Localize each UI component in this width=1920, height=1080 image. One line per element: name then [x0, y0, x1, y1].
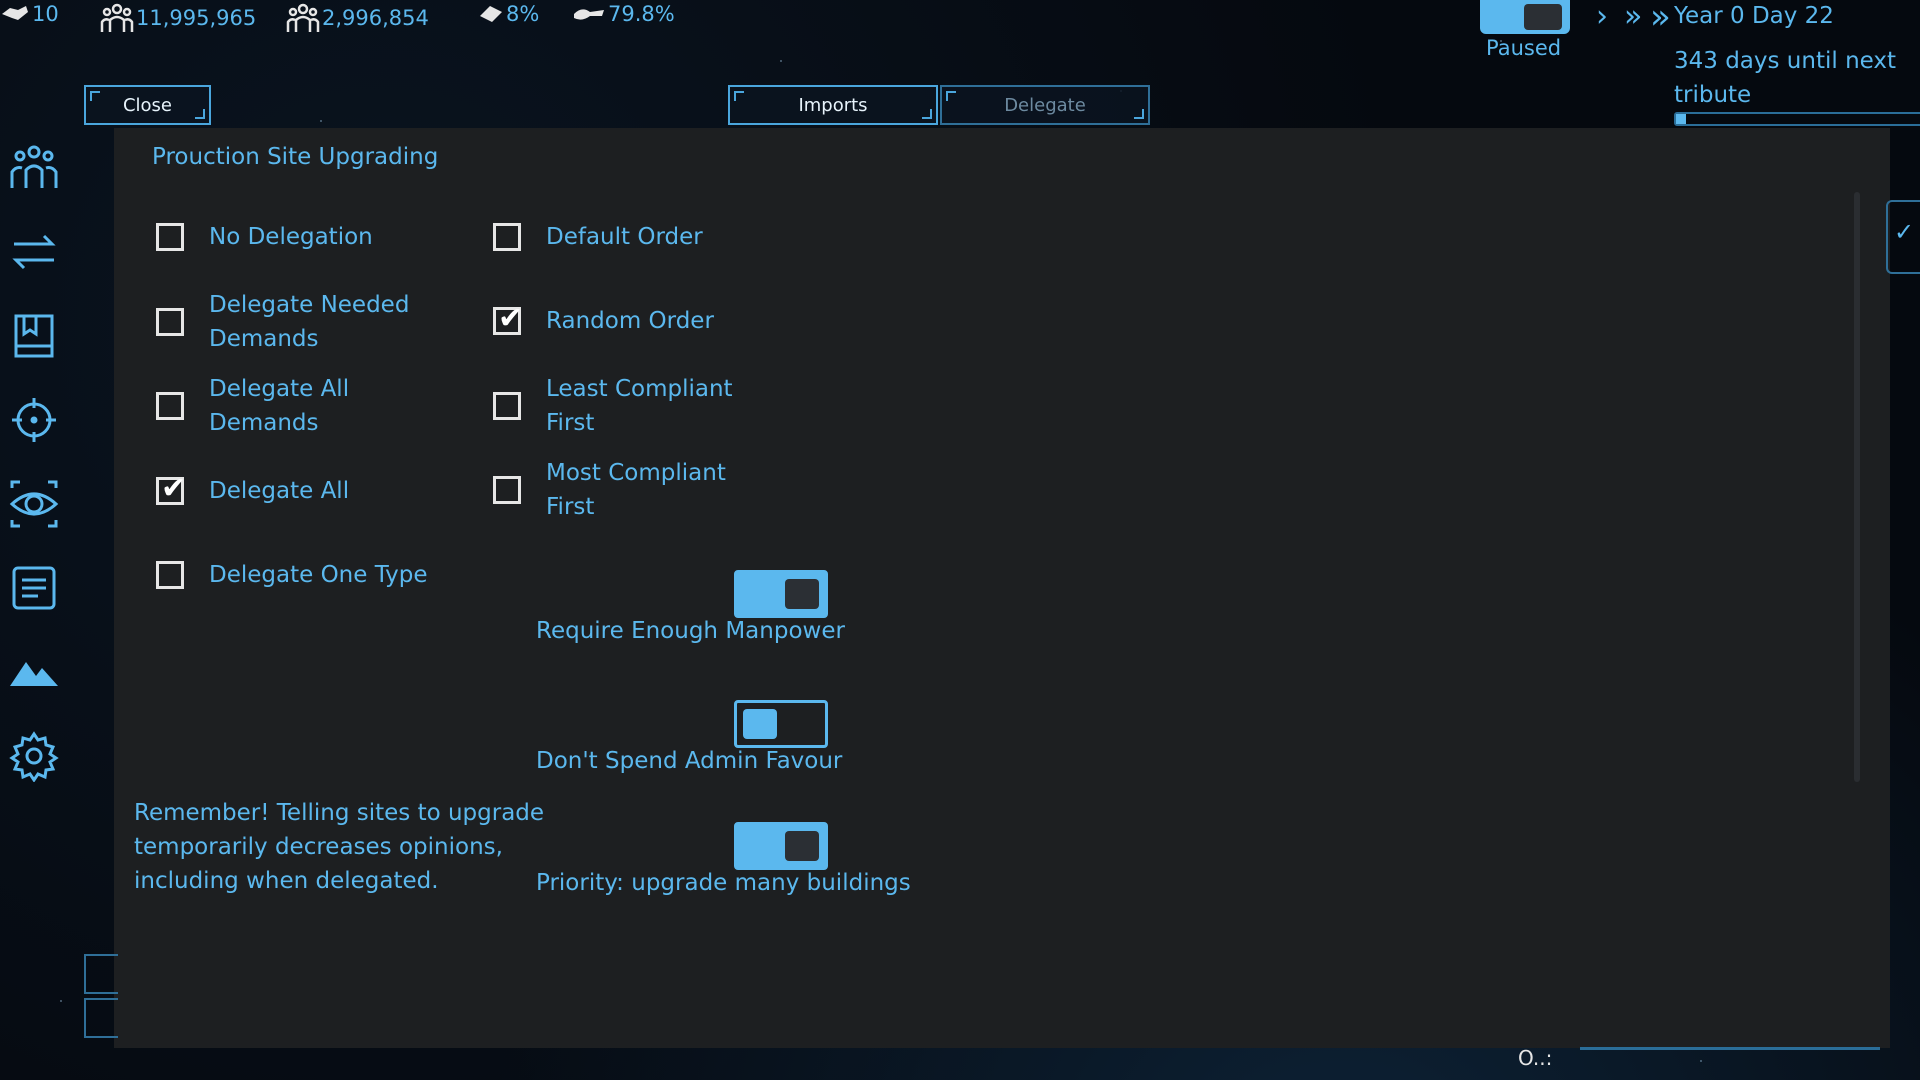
approval-icon — [572, 2, 606, 26]
reminder-text: Remember! Telling sites to upgrade tempo… — [134, 800, 545, 894]
speed-3-button[interactable]: » — [1650, 0, 1671, 34]
checkbox[interactable] — [493, 476, 521, 504]
toggle-priority-many-buildings[interactable] — [734, 822, 828, 870]
option-label: Delegate One Type — [209, 562, 428, 588]
option-delegate-needed-demands[interactable]: Delegate Needed Demands — [156, 288, 446, 356]
resource-diplomacy[interactable]: 10 — [0, 2, 59, 26]
delegation-panel: Prouction Site Upgrading No Delegation D… — [114, 128, 1890, 1048]
pause-toggle[interactable] — [1480, 0, 1570, 34]
gear-icon — [9, 731, 59, 782]
toggle-require-manpower[interactable] — [734, 570, 828, 618]
toggle-label: Don't Spend Admin Favour — [536, 748, 843, 774]
checkmark-icon: ✔ — [498, 301, 524, 336]
resource-value: 79.8% — [608, 2, 675, 26]
growth-icon — [478, 2, 504, 26]
resource-approval[interactable]: 79.8% — [572, 2, 675, 26]
checkbox[interactable] — [156, 308, 184, 336]
speed-1-button[interactable]: › — [1596, 2, 1608, 32]
option-random-order[interactable]: ✔ Random Order — [493, 304, 714, 338]
sidebar-book[interactable] — [6, 308, 62, 364]
bottom-progress-line — [1580, 1047, 1880, 1050]
resource-value: 10 — [32, 2, 59, 26]
option-label: No Delegation — [209, 224, 373, 250]
resource-workforce[interactable]: 2,996,854 — [286, 2, 429, 34]
option-delegate-all[interactable]: ✔ Delegate All — [156, 474, 349, 508]
checkbox[interactable] — [493, 223, 521, 251]
mountain-icon — [10, 662, 58, 686]
tab-delegate[interactable]: Delegate — [940, 85, 1150, 125]
tribute-countdown: 343 days until next tribute — [1674, 48, 1897, 108]
option-label: Delegate All — [209, 478, 350, 504]
crosshair-icon — [12, 398, 56, 442]
option-label: Default Order — [546, 224, 703, 250]
checkbox-checked[interactable]: ✔ — [493, 301, 524, 336]
sidebar-people[interactable] — [6, 140, 62, 196]
sidebar-map[interactable] — [6, 644, 62, 700]
close-button[interactable]: Close — [84, 85, 211, 125]
option-no-delegation[interactable]: No Delegation — [156, 220, 373, 254]
people-icon — [10, 145, 58, 188]
checkbox[interactable] — [493, 392, 521, 420]
resource-growth[interactable]: 8% — [478, 2, 539, 26]
sidebar-log[interactable] — [6, 560, 62, 616]
checkbox[interactable] — [156, 392, 184, 420]
toggle-label: Require Enough Manpower — [536, 618, 845, 644]
tab-imports[interactable]: Imports — [728, 85, 938, 125]
option-label: Delegate Needed Demands — [209, 292, 410, 352]
bottom-status: O..: — [1518, 1046, 1553, 1070]
resource-value: 8% — [506, 2, 540, 26]
option-least-compliant-first[interactable]: Least Compliant First — [493, 372, 753, 440]
book-icon — [14, 314, 54, 358]
resource-value: 11,995,965 — [136, 6, 257, 30]
resource-population[interactable]: 11,995,965 — [100, 2, 256, 34]
sidebar-trade[interactable] — [6, 224, 62, 280]
checkbox[interactable] — [156, 561, 184, 589]
side-confirm-button[interactable]: ✓ — [1886, 200, 1920, 274]
bottom-button-1[interactable] — [84, 954, 118, 994]
bottom-button-2[interactable] — [84, 998, 118, 1038]
sidebar-target[interactable] — [6, 392, 62, 448]
panel-title: Prouction Site Upgrading — [152, 144, 439, 170]
scrollbar[interactable] — [1854, 192, 1860, 782]
workforce-icon — [286, 2, 320, 34]
option-default-order[interactable]: Default Order — [493, 220, 703, 254]
option-label: Random Order — [546, 308, 714, 334]
paused-label: Paused — [1486, 36, 1562, 60]
option-label: Least Compliant First — [546, 376, 733, 436]
resource-value: 2,996,854 — [322, 6, 429, 30]
option-label: Most Compliant First — [546, 460, 726, 520]
toggle-admin-favour[interactable] — [734, 700, 828, 748]
option-label: Delegate All Demands — [209, 376, 350, 436]
sidebar-settings[interactable] — [6, 728, 62, 784]
population-icon — [100, 2, 134, 34]
tribute-progress-bar — [1674, 112, 1920, 126]
trade-arrows-icon — [12, 234, 56, 270]
speed-2-button[interactable]: » — [1624, 2, 1642, 32]
eye-icon — [9, 480, 59, 528]
checkbox[interactable] — [156, 223, 184, 251]
option-most-compliant-first[interactable]: Most Compliant First — [493, 456, 753, 524]
time-controls: Paused › » » Year 0 Day 22 343 days unti… — [1380, 0, 1920, 130]
log-icon — [12, 566, 56, 610]
checkmark-icon: ✔ — [161, 471, 187, 506]
option-delegate-one-type[interactable]: Delegate One Type — [156, 558, 428, 592]
handshake-icon — [0, 2, 30, 26]
checkbox-checked[interactable]: ✔ — [156, 471, 187, 506]
toggle-label: Priority: upgrade many buildings — [536, 870, 911, 896]
date-label: Year 0 Day 22 — [1674, 3, 1834, 29]
checkmark-icon: ✓ — [1894, 218, 1915, 246]
sidebar-view[interactable] — [6, 476, 62, 532]
option-delegate-all-demands[interactable]: Delegate All Demands — [156, 372, 446, 440]
